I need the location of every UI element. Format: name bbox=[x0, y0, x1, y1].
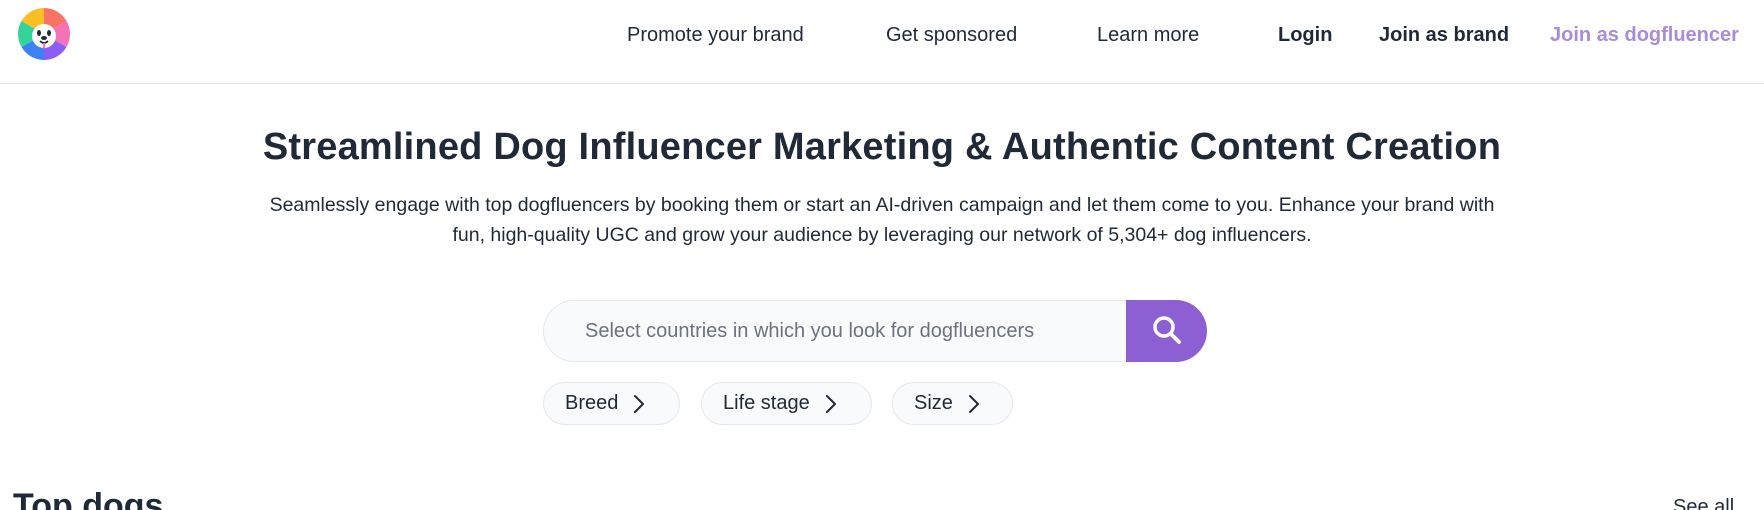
logo-icon[interactable] bbox=[16, 6, 72, 62]
filter-life-stage[interactable]: Life stage bbox=[701, 382, 872, 425]
filter-breed[interactable]: Breed bbox=[543, 382, 680, 425]
country-search-input[interactable] bbox=[543, 300, 1143, 362]
filter-breed-label: Breed bbox=[565, 392, 619, 414]
join-as-dogfluencer-link[interactable]: Join as dogfluencer bbox=[1550, 22, 1739, 48]
hero-subtitle-line-2: fun, high-quality UGC and grow your audi… bbox=[452, 224, 1312, 246]
nav-learn-more[interactable]: Learn more bbox=[1097, 22, 1199, 48]
see-all-link[interactable]: See all bbox=[1673, 494, 1734, 510]
search-button[interactable] bbox=[1126, 300, 1207, 362]
top-dogs-title: Top dogs bbox=[13, 487, 164, 510]
chevron-right-icon bbox=[634, 394, 645, 413]
hero-subtitle: Seamlessly engage with top dogfluencers … bbox=[220, 190, 1544, 250]
nav-promote-your-brand[interactable]: Promote your brand bbox=[627, 22, 804, 48]
site-header: Promote your brand Get sponsored Learn m… bbox=[0, 0, 1764, 84]
country-search bbox=[543, 300, 1207, 362]
chevron-right-icon bbox=[968, 394, 979, 413]
filter-size[interactable]: Size bbox=[892, 382, 1013, 425]
chevron-right-icon bbox=[825, 394, 836, 413]
filter-life-stage-label: Life stage bbox=[723, 392, 810, 414]
login-link[interactable]: Login bbox=[1278, 22, 1332, 48]
join-as-brand-link[interactable]: Join as brand bbox=[1379, 22, 1509, 48]
hero-title: Streamlined Dog Influencer Marketing & A… bbox=[262, 126, 1502, 168]
hero-subtitle-line-1: Seamlessly engage with top dogfluencers … bbox=[269, 194, 1495, 216]
search-icon bbox=[1151, 314, 1183, 349]
filter-size-label: Size bbox=[914, 392, 953, 414]
nav-get-sponsored[interactable]: Get sponsored bbox=[886, 22, 1017, 48]
